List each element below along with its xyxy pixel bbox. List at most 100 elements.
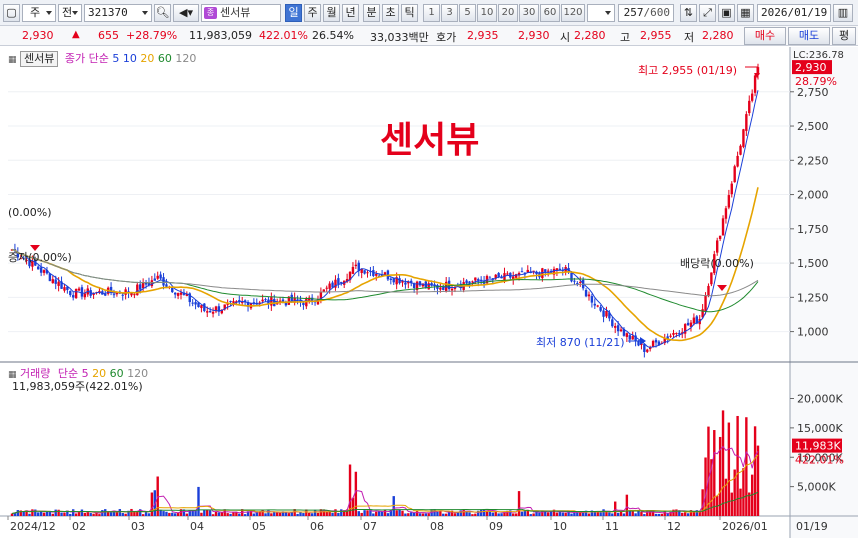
- timeframe-week-button[interactable]: 주: [304, 4, 321, 22]
- volume-bar: [203, 510, 206, 516]
- market-select[interactable]: 전: [58, 4, 82, 22]
- candle-body: [727, 195, 731, 208]
- candle-body: [133, 294, 136, 296]
- candle-body: [354, 264, 358, 267]
- timeframe-tick-button[interactable]: 틱: [401, 4, 418, 22]
- timeframe-year-button[interactable]: 년: [342, 4, 359, 22]
- timeframe-month-button[interactable]: 월: [323, 4, 340, 22]
- ask-label: 호가: [436, 31, 457, 44]
- volume-bar: [316, 512, 320, 516]
- interval-20-button[interactable]: 20: [498, 4, 518, 22]
- date-input[interactable]: 2026/01/19: [757, 4, 831, 22]
- candle-body: [194, 302, 197, 305]
- stock-code-input[interactable]: 321370: [84, 4, 152, 22]
- price-tick-label: 2,250: [797, 154, 829, 167]
- volume-bar: [739, 488, 742, 516]
- volume-bar: [558, 512, 562, 516]
- stock-name-field[interactable]: 종 센서뷰: [201, 4, 281, 22]
- candle-body: [692, 317, 696, 324]
- time-axis-label: 09: [489, 520, 503, 533]
- timeframe-minute-button[interactable]: 분: [363, 4, 380, 22]
- pin-icon[interactable]: ⇅: [680, 4, 697, 22]
- volume-bar: [83, 512, 87, 516]
- volume-bar: [185, 513, 189, 516]
- buy-button[interactable]: 매수: [744, 27, 786, 45]
- window-menu-icon[interactable]: ▢: [3, 4, 20, 22]
- volume-bar: [124, 513, 127, 516]
- candle-body: [570, 272, 573, 282]
- interval-30-button[interactable]: 30: [519, 4, 539, 22]
- interval-60-button[interactable]: 60: [540, 4, 560, 22]
- volume-ratio: 422.01%: [259, 29, 308, 42]
- sell-button[interactable]: 매도: [788, 27, 830, 45]
- period-type-select[interactable]: 주: [22, 4, 56, 22]
- timeframe-day-button[interactable]: 일: [285, 4, 302, 22]
- save-icon[interactable]: ▣: [718, 4, 735, 22]
- volume-bar: [71, 509, 75, 516]
- candle-body: [619, 329, 623, 332]
- volume-bar: [491, 512, 495, 516]
- candle-body: [208, 311, 212, 313]
- volume-bar: [474, 513, 477, 516]
- candle-body: [392, 278, 395, 283]
- volume-bar: [380, 511, 384, 516]
- volume-bar: [10, 513, 14, 516]
- calendar-icon[interactable]: ▥: [833, 4, 853, 22]
- search-icon[interactable]: 🔍︎: [154, 4, 171, 22]
- volume-bar: [168, 512, 171, 516]
- sound-icon[interactable]: ◀▾: [173, 4, 199, 22]
- interval-3-button[interactable]: 3: [441, 4, 458, 22]
- volume-bar: [351, 497, 355, 516]
- candle-body: [704, 295, 707, 312]
- volume-bar: [217, 512, 221, 516]
- volume-bar: [410, 512, 413, 516]
- candle-body: [646, 349, 649, 352]
- volume-bar: [657, 513, 661, 516]
- interval-5-button[interactable]: 5: [459, 4, 476, 22]
- volume-bar: [753, 426, 757, 516]
- high-annotation: 최고 2,955 (01/19): [638, 64, 738, 77]
- candle-body: [37, 266, 40, 270]
- interval-custom-select[interactable]: [587, 4, 615, 22]
- zoom-icon[interactable]: ⤢: [699, 4, 716, 22]
- volume-bar: [340, 509, 343, 516]
- time-axis-label: 03: [131, 520, 145, 533]
- candle-body: [675, 333, 678, 335]
- timeframe-second-button[interactable]: 초: [382, 4, 399, 22]
- legend-options-icon[interactable]: ▦: [8, 55, 17, 65]
- volume-bar: [640, 512, 643, 516]
- price-tick-label: 1,500: [797, 257, 829, 270]
- volume-bar: [611, 513, 614, 516]
- eval-button[interactable]: 평: [832, 27, 856, 45]
- time-axis-label: 11: [605, 520, 619, 533]
- grid-icon[interactable]: ▦: [737, 4, 754, 22]
- low-annotation: 최저 870 (11/21): [536, 336, 625, 349]
- volume-bar: [16, 510, 20, 516]
- price-panel-tag[interactable]: 센서뷰: [20, 51, 59, 67]
- candle-body: [74, 288, 78, 299]
- candle-body: [241, 302, 244, 304]
- interval-120-button[interactable]: 120: [561, 4, 585, 22]
- candle-body: [544, 269, 547, 272]
- volume-bar: [404, 513, 407, 516]
- candle-body: [42, 270, 46, 273]
- volume-bar: [579, 512, 582, 516]
- current-volume-tag-pct: 422.01%: [795, 454, 844, 467]
- stock-name-value: 센서뷰: [220, 6, 251, 19]
- volume-bar: [529, 514, 532, 516]
- lc-label: LC:236.78: [793, 50, 844, 61]
- volume-bar: [325, 511, 328, 516]
- volume-bar: [415, 511, 419, 516]
- volume-bar: [383, 509, 387, 516]
- interval-1-button[interactable]: 1: [423, 4, 440, 22]
- data-count-input[interactable]: 257/600: [618, 4, 674, 22]
- candle-body: [232, 301, 235, 303]
- volume-tick-label: 20,000K: [797, 393, 843, 406]
- candle-body: [191, 302, 194, 304]
- volume-bar: [171, 512, 174, 516]
- volume-bar: [121, 512, 124, 516]
- volume-bar: [424, 513, 427, 516]
- interval-10-button[interactable]: 10: [477, 4, 497, 22]
- chart-area[interactable]: 2,750 2,500 2,250 2,000 1,750 1,500 1,250 1,000…: [0, 47, 858, 538]
- candle-body: [104, 293, 107, 296]
